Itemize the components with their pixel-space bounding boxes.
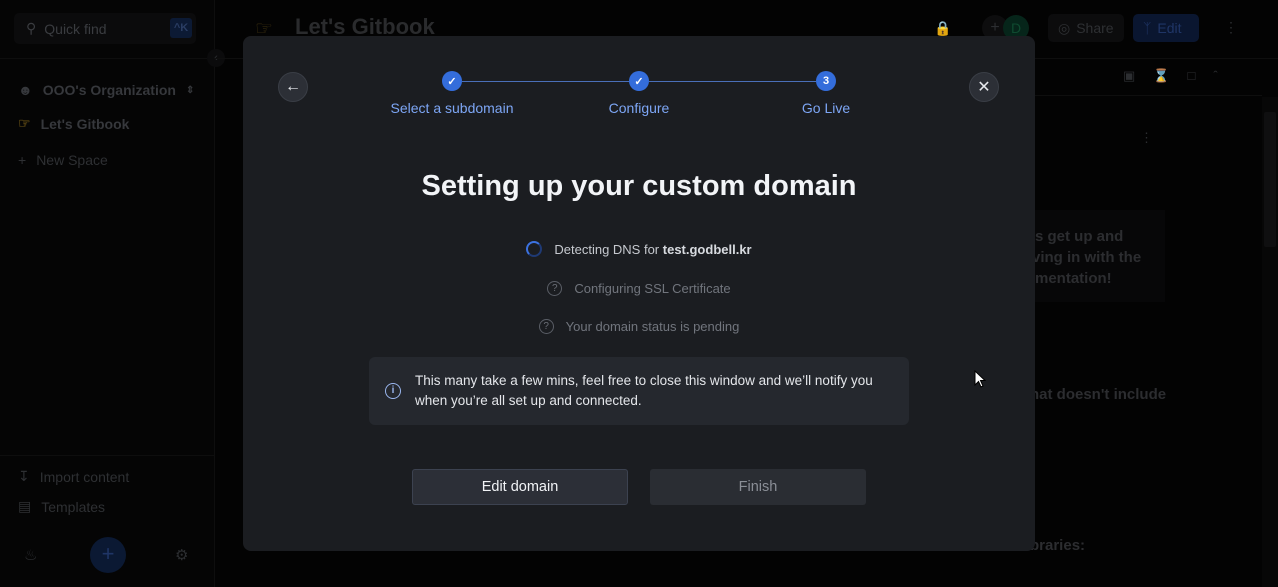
step-3-number: 3 bbox=[816, 71, 836, 91]
dns-label: Detecting DNS for bbox=[554, 241, 660, 257]
info-callout: i This many take a few mins, feel free t… bbox=[369, 357, 909, 425]
download-icon: ↧ bbox=[18, 468, 30, 484]
document-icon: ▤ bbox=[18, 498, 32, 514]
edit-button[interactable]: ᛉ Edit bbox=[1133, 14, 1199, 42]
scrollbar-thumb[interactable] bbox=[1264, 112, 1276, 247]
edit-label: Edit bbox=[1157, 20, 1182, 36]
mouse-cursor-icon bbox=[974, 370, 986, 388]
step-label: Select a subdomain bbox=[390, 100, 514, 116]
domain-status-label: Your domain status is pending bbox=[565, 319, 740, 334]
callout-line: mentation! bbox=[1035, 270, 1112, 287]
custom-domain-modal: ← ✕ ✓ ✓ 3 Select a subdomain Configure G… bbox=[243, 36, 1035, 551]
close-icon: ✕ bbox=[977, 79, 991, 96]
step-label: Configure bbox=[608, 100, 670, 116]
chevron-updown-icon: ⇕ bbox=[185, 84, 195, 96]
edit-domain-button[interactable]: Edit domain bbox=[412, 469, 628, 505]
hourglass-icon[interactable]: ⌛ bbox=[1153, 68, 1169, 84]
close-button[interactable]: ✕ bbox=[969, 72, 999, 102]
search-icon: ⚲ bbox=[26, 20, 37, 36]
status-domain: ? Your domain status is pending bbox=[243, 319, 1035, 334]
question-icon: ? bbox=[538, 319, 554, 334]
callout-line: s get up and bbox=[1035, 228, 1124, 245]
plus-icon: + bbox=[18, 152, 27, 168]
share-button[interactable]: ◎ Share bbox=[1048, 14, 1124, 42]
templates-button[interactable]: ▤ Templates bbox=[18, 498, 105, 515]
gear-icon[interactable]: ⚙ bbox=[175, 546, 188, 564]
back-button[interactable]: ← bbox=[278, 72, 308, 102]
chevron-up-icon[interactable]: ˆ bbox=[1213, 68, 1217, 84]
status-ssl: ? Configuring SSL Certificate bbox=[243, 281, 1035, 296]
more-icon[interactable]: ⋮ bbox=[1140, 130, 1153, 146]
ssl-label: Configuring SSL Certificate bbox=[574, 281, 731, 296]
comment-icon[interactable]: □ bbox=[1187, 68, 1195, 84]
space-label: Let's Gitbook bbox=[40, 115, 130, 132]
callout-line: ving in with the bbox=[1032, 249, 1142, 266]
callout-text: s get up and ving in with the mentation! bbox=[1032, 226, 1142, 289]
bell-icon[interactable]: ♨ bbox=[24, 546, 37, 564]
lock-icon[interactable]: 🔒 bbox=[934, 20, 951, 37]
arrow-left-icon: ← bbox=[285, 78, 301, 95]
archive-icon[interactable]: ▣ bbox=[1123, 68, 1135, 84]
import-label: Import content bbox=[39, 468, 130, 485]
divider bbox=[0, 58, 215, 59]
templates-label: Templates bbox=[41, 498, 106, 515]
body-text: hat doesn't include bbox=[1030, 386, 1167, 403]
stepper-connector bbox=[462, 81, 639, 82]
divider bbox=[0, 455, 215, 456]
info-icon: i bbox=[385, 383, 401, 399]
more-icon[interactable]: ⋮ bbox=[1224, 19, 1238, 36]
status-dns: Detecting DNS for test.godbell.kr bbox=[243, 241, 1035, 257]
step-label: Go Live bbox=[801, 100, 851, 116]
info-text: This many take a few mins, feel free to … bbox=[415, 373, 873, 408]
org-name: OOO's Organization bbox=[42, 82, 176, 98]
add-button[interactable]: + bbox=[90, 537, 126, 573]
sidebar: ⚲ Quick find ^K ☻ OOO's Organization ⇕ ☞… bbox=[0, 0, 215, 587]
branch-icon: ᛉ bbox=[1143, 20, 1152, 36]
body-text: braries: bbox=[1030, 537, 1086, 554]
sidebar-item-lets-gitbook[interactable]: ☞ Let's Gitbook bbox=[18, 115, 129, 132]
shortcut-badge: ^K bbox=[170, 18, 192, 38]
quick-find-button[interactable]: ⚲ Quick find ^K bbox=[14, 13, 196, 44]
org-switcher[interactable]: ☻ OOO's Organization ⇕ bbox=[18, 82, 194, 98]
step-1-check-icon: ✓ bbox=[442, 71, 462, 91]
new-space-label: New Space bbox=[36, 152, 108, 168]
step-2-check-icon: ✓ bbox=[629, 71, 649, 91]
share-label: Share bbox=[1076, 20, 1114, 36]
question-icon: ? bbox=[547, 281, 563, 296]
globe-icon: ◎ bbox=[1058, 19, 1071, 36]
dns-domain: test.godbell.kr bbox=[662, 241, 752, 257]
import-content-button[interactable]: ↧ Import content bbox=[18, 468, 129, 485]
modal-title: Setting up your custom domain bbox=[421, 170, 857, 202]
stepper-connector bbox=[649, 81, 816, 82]
quick-find-label: Quick find bbox=[44, 20, 107, 37]
finish-button[interactable]: Finish bbox=[650, 469, 866, 505]
pointing-hand-icon: ☞ bbox=[18, 115, 31, 131]
new-space-button[interactable]: + New Space bbox=[18, 152, 108, 168]
users-icon: ☻ bbox=[18, 82, 33, 98]
spinner-icon bbox=[526, 241, 543, 257]
page-toolbar: ▣ ⌛ □ ˆ bbox=[1123, 68, 1218, 84]
